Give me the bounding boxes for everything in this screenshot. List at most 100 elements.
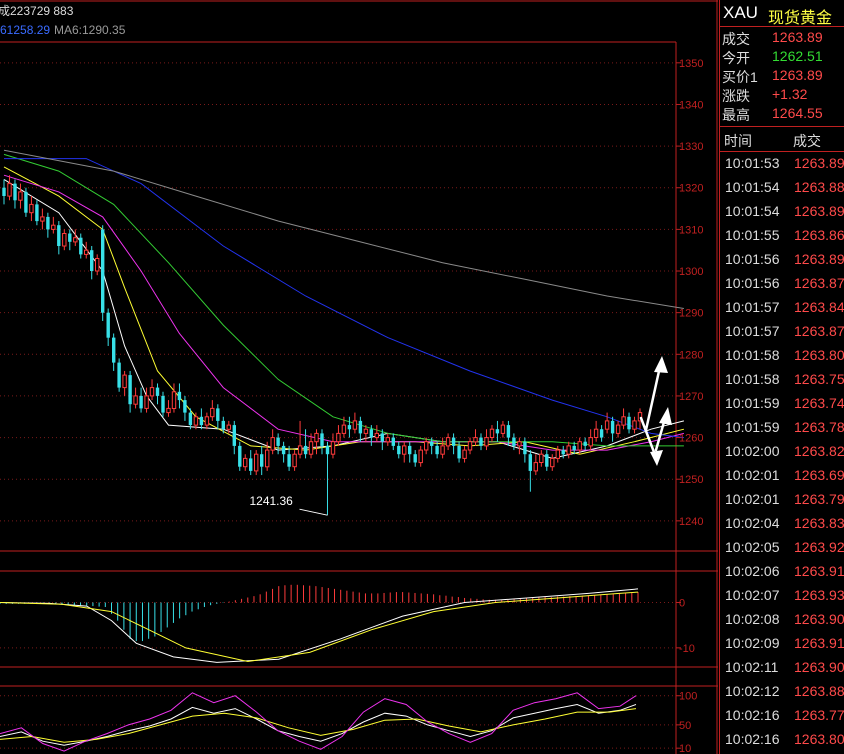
tick-price: 1263.91 bbox=[794, 635, 844, 651]
tick-row: 10:01:59 1263.74 bbox=[720, 392, 844, 416]
tick-row: 10:01:57 1263.84 bbox=[720, 296, 844, 320]
candle-body bbox=[363, 428, 369, 434]
macd-indicator bbox=[0, 584, 639, 663]
tick-price: 1263.75 bbox=[794, 371, 844, 387]
tick-time: 10:02:09 bbox=[725, 635, 780, 651]
tick-row: 10:02:01 1263.79 bbox=[720, 488, 844, 512]
tick-time: 10:02:12 bbox=[725, 683, 780, 699]
tick-row: 10:01:53 1263.89 bbox=[720, 152, 844, 176]
candle-body bbox=[391, 437, 395, 446]
tick-price: 1263.89 bbox=[794, 155, 844, 171]
tick-time: 10:01:57 bbox=[725, 323, 780, 339]
axis-tick-label: 1320 bbox=[679, 183, 703, 195]
kline-chart-svg[interactable]: 1241.36 1240 1250 1260 1270 1280 1290 1300 1310… bbox=[0, 0, 718, 754]
tick-time: 10:02:05 bbox=[725, 539, 780, 555]
candle-body bbox=[260, 454, 264, 467]
candle-body bbox=[572, 445, 576, 451]
candle-body bbox=[199, 416, 204, 426]
tick-row: 10:02:08 1263.90 bbox=[720, 608, 844, 632]
candle-body bbox=[336, 432, 341, 443]
axis-tick-label: 1310 bbox=[679, 224, 703, 236]
candle-body bbox=[188, 412, 193, 426]
tick-row: 10:02:01 1263.69 bbox=[720, 464, 844, 488]
candle-body bbox=[484, 437, 489, 447]
candle-body bbox=[7, 183, 12, 197]
candle-body bbox=[445, 437, 451, 447]
quote-stat-label: 最高 bbox=[722, 107, 750, 123]
tick-row: 10:01:56 1263.87 bbox=[720, 272, 844, 296]
quote-stat-row: 最高 1264.55 bbox=[720, 104, 844, 123]
quote-stat-row: 成交 1263.89 bbox=[720, 28, 844, 47]
tick-time: 10:02:01 bbox=[725, 491, 780, 507]
tick-time: 10:02:11 bbox=[725, 659, 779, 675]
candle-body bbox=[467, 441, 473, 451]
candle-body bbox=[320, 433, 324, 446]
tick-price: 1263.90 bbox=[794, 659, 844, 675]
candle-body bbox=[577, 441, 582, 451]
tick-time: 10:01:53 bbox=[725, 155, 780, 171]
candle-body bbox=[161, 395, 165, 413]
candle-body bbox=[2, 187, 6, 196]
axis-tick-label: 1350 bbox=[679, 58, 703, 70]
volume-label: 成223729 883 bbox=[0, 4, 74, 18]
tick-list[interactable]: 10:01:53 1263.89 10:01:54 1263.88 10:01:54 12… bbox=[720, 152, 844, 752]
candle-body bbox=[40, 216, 45, 222]
candle-body bbox=[243, 457, 248, 468]
tick-time: 10:01:59 bbox=[725, 395, 780, 411]
candle-body bbox=[583, 441, 587, 446]
tick-row: 10:01:55 1263.86 bbox=[720, 224, 844, 248]
axis-tick-label: 1330 bbox=[679, 141, 703, 153]
candle-body bbox=[402, 445, 407, 455]
candle-body bbox=[418, 449, 423, 464]
candle-body bbox=[358, 420, 363, 434]
tick-price: 1263.91 bbox=[794, 563, 844, 579]
quote-panel: XAU 现货黄金 成交 1263.89 今开 1262.51 买价1 1263.89 涨跌 +… bbox=[719, 0, 844, 754]
candle-body bbox=[489, 428, 495, 439]
candle-body bbox=[79, 237, 83, 255]
ma-line bbox=[3, 166, 685, 455]
candle-body bbox=[539, 453, 544, 464]
candle-body bbox=[588, 437, 593, 447]
candle-body bbox=[566, 445, 571, 455]
candle-body bbox=[177, 391, 182, 401]
candle-body bbox=[51, 224, 56, 230]
candle-body bbox=[473, 437, 478, 443]
candle-body bbox=[287, 454, 291, 467]
candle-body bbox=[292, 453, 297, 468]
tick-time: 10:02:08 bbox=[725, 611, 780, 627]
candle-body bbox=[517, 441, 522, 447]
candle-body bbox=[24, 191, 28, 213]
tick-time: 10:01:57 bbox=[725, 299, 780, 315]
tick-price: 1263.74 bbox=[794, 395, 844, 411]
low-annotation-label: 1241.36 bbox=[249, 494, 293, 508]
candle-body bbox=[265, 449, 270, 468]
tick-time: 10:02:01 bbox=[725, 467, 780, 483]
candle-body bbox=[68, 233, 72, 242]
kline-chart-area[interactable]: 1241.36 1240 1250 1260 1270 1280 1290 1300 1310… bbox=[0, 0, 718, 754]
candle-body bbox=[424, 441, 429, 451]
tick-time: 10:02:04 bbox=[725, 515, 780, 531]
candle-body bbox=[550, 457, 555, 468]
ticks-header-price: 成交 bbox=[793, 133, 821, 149]
candle-body bbox=[604, 420, 610, 430]
ticks-header-time: 时间 bbox=[724, 133, 752, 149]
candle-body bbox=[112, 337, 116, 363]
axis-tick-label: 1260 bbox=[679, 433, 703, 445]
candle-body bbox=[35, 204, 39, 222]
macd-line bbox=[0, 591, 639, 663]
candle-body bbox=[210, 407, 215, 418]
candle-body bbox=[435, 445, 439, 455]
candle-body bbox=[528, 454, 532, 471]
candle-body bbox=[216, 408, 220, 421]
tick-row: 10:01:54 1263.89 bbox=[720, 200, 844, 224]
axis-tick-label: 1280 bbox=[679, 349, 703, 361]
tick-price: 1263.77 bbox=[794, 707, 844, 723]
ma-line bbox=[4, 158, 684, 439]
tick-row: 10:02:00 1263.82 bbox=[720, 440, 844, 464]
tick-price: 1263.82 bbox=[794, 443, 844, 459]
candle-body bbox=[523, 441, 527, 455]
candle-body bbox=[122, 374, 127, 389]
candle-body bbox=[171, 391, 177, 409]
candle-body bbox=[133, 395, 138, 405]
candle-body bbox=[281, 445, 286, 455]
